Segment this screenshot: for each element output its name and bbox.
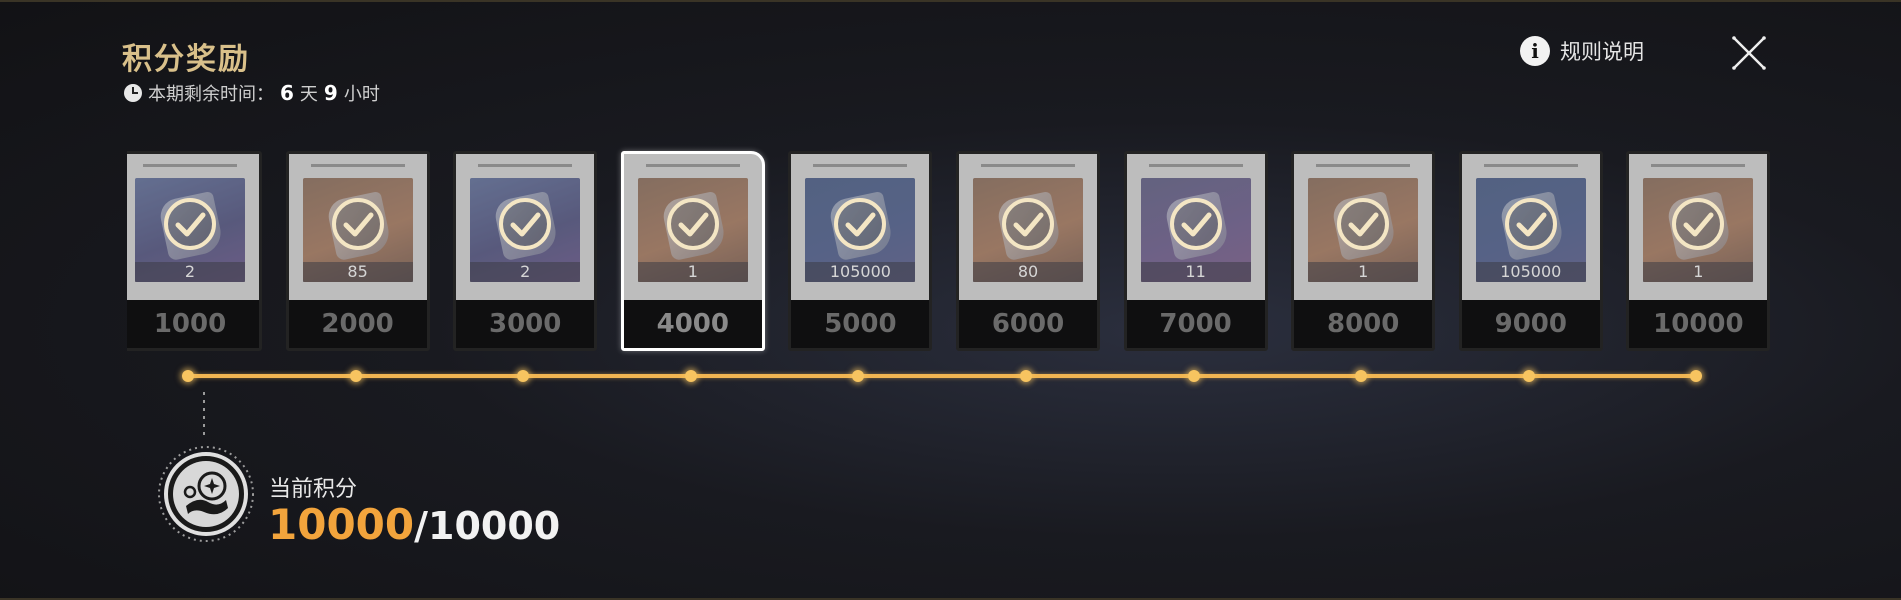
clock-icon: [124, 84, 142, 102]
reward-card[interactable]: 85 2000: [285, 151, 430, 351]
current-points-value: 10000/10000: [268, 500, 560, 549]
progress-node: [1187, 370, 1200, 382]
card-top-bar: [1651, 164, 1746, 167]
reward-points-threshold: 7000: [1126, 300, 1265, 348]
reward-card[interactable]: 1 10000: [1626, 151, 1771, 351]
reward-card[interactable]: 1 4000: [620, 151, 765, 351]
progress-node: [1020, 370, 1032, 382]
frame-top-border: [0, 0, 1901, 2]
card-top-bar: [478, 164, 573, 167]
reward-quantity: 2: [470, 262, 581, 282]
check-icon: [331, 197, 384, 250]
score-emblem-icon: [158, 446, 254, 542]
reward-card[interactable]: 105000 5000: [788, 151, 933, 351]
check-icon: [1002, 197, 1054, 250]
reward-quantity: 1: [1643, 262, 1754, 282]
reward-points-threshold: 10000: [1629, 300, 1768, 348]
reward-points-threshold: 1000: [127, 300, 259, 348]
close-button[interactable]: [1728, 32, 1770, 74]
card-top-bar: [143, 164, 237, 167]
card-top-bar: [1316, 164, 1411, 167]
points-separator: /: [414, 504, 429, 548]
timer-days: 6: [280, 81, 294, 105]
timer-hours-unit: 小时: [343, 84, 380, 105]
reward-quantity: 1: [637, 262, 748, 282]
check-icon: [666, 197, 719, 250]
reward-card[interactable]: 11 7000: [1123, 151, 1268, 351]
reward-quantity: 85: [302, 262, 413, 282]
progress-node: [684, 370, 697, 382]
check-icon: [164, 197, 216, 250]
progress-node: [517, 370, 530, 382]
current-points-label: 当前积分: [269, 477, 358, 502]
timer-label: 本期剩余时间：: [148, 84, 274, 105]
rules-button[interactable]: i 规则说明: [1520, 36, 1644, 66]
reward-card[interactable]: 2 3000: [453, 151, 598, 351]
progress-pointer: [203, 392, 205, 438]
reward-quantity: 80: [973, 262, 1083, 282]
reward-quantity: 1: [1308, 262, 1419, 282]
reward-card[interactable]: 1 8000: [1291, 151, 1436, 351]
period-timer: 本期剩余时间： 6 天 9 小时: [124, 80, 380, 106]
reward-points-threshold: 6000: [959, 300, 1097, 348]
timer-days-unit: 天: [299, 84, 318, 105]
current-points: 10000: [268, 500, 415, 549]
reward-quantity: 105000: [1475, 262, 1586, 282]
close-icon: [1732, 36, 1766, 70]
check-icon: [1337, 197, 1390, 250]
progress-track: [188, 374, 1696, 378]
progress-node: [182, 370, 194, 382]
reward-quantity: 105000: [805, 262, 916, 282]
reward-card[interactable]: 2 1000: [127, 151, 262, 351]
reward-quantity: 11: [1140, 262, 1251, 282]
card-top-bar: [1148, 164, 1243, 167]
reward-points-threshold: 9000: [1461, 300, 1600, 348]
check-icon: [499, 197, 552, 250]
reward-points-threshold: 8000: [1294, 300, 1433, 348]
reward-card[interactable]: 105000 9000: [1458, 151, 1603, 351]
reward-points-threshold: 5000: [791, 300, 930, 348]
reward-points-threshold: 3000: [456, 300, 595, 348]
progress-node: [1690, 370, 1703, 382]
progress-node: [1355, 370, 1368, 382]
card-top-bar: [310, 164, 405, 167]
progress-node: [349, 370, 362, 382]
page-title: 积分奖励: [122, 42, 250, 77]
timer-hours: 9: [323, 81, 338, 105]
card-top-bar: [1483, 164, 1578, 167]
card-top-bar: [645, 164, 740, 167]
info-icon: i: [1520, 36, 1550, 66]
reward-points-threshold: 2000: [288, 300, 427, 348]
progress-node: [1522, 370, 1535, 382]
progress-node: [852, 370, 865, 382]
card-top-bar: [981, 164, 1075, 167]
check-icon: [1504, 197, 1557, 250]
rules-label: 规则说明: [1560, 40, 1644, 64]
check-icon: [1169, 197, 1222, 250]
check-icon: [1672, 197, 1725, 250]
max-points: 10000: [428, 504, 561, 548]
card-top-bar: [813, 164, 908, 167]
reward-points-threshold: 4000: [623, 300, 762, 348]
reward-card[interactable]: 80 6000: [956, 151, 1100, 351]
check-icon: [834, 197, 887, 250]
reward-quantity: 2: [135, 262, 245, 282]
